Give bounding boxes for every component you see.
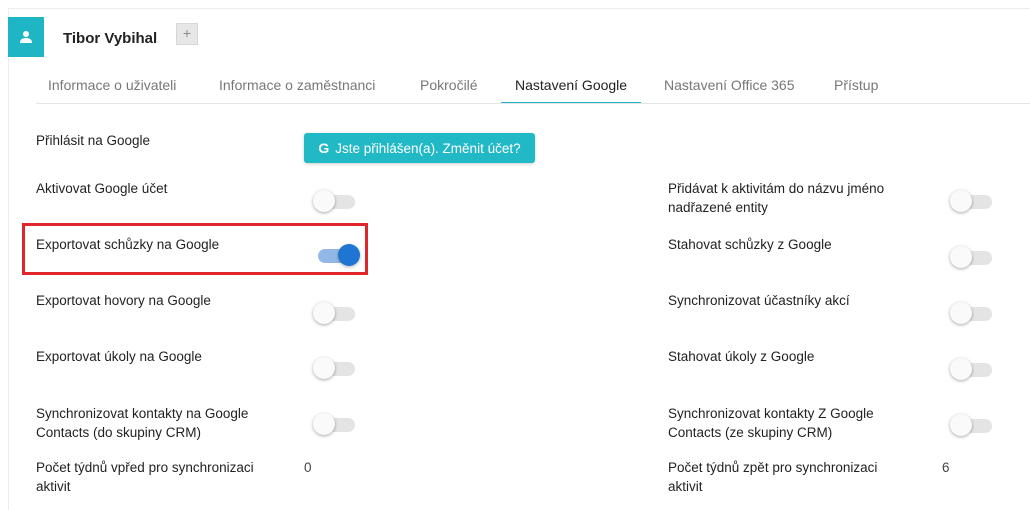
tab-pristup[interactable]: Přístup bbox=[834, 68, 878, 102]
download-meetings-label: Stahovat schůzky z Google bbox=[668, 237, 832, 252]
sync-attendees-label: Synchronizovat účastníky akcí bbox=[668, 293, 850, 308]
toggle-knob bbox=[313, 190, 335, 212]
label-line: Contacts (ze skupiny CRM) bbox=[668, 425, 833, 440]
sync-contacts-to-google-toggle[interactable] bbox=[313, 413, 357, 435]
google-account-button[interactable]: G Jste přihlášen(a). Změnit účet? bbox=[304, 133, 535, 163]
export-calls-toggle[interactable] bbox=[313, 302, 357, 324]
download-meetings-toggle[interactable] bbox=[950, 246, 994, 268]
activate-google-toggle[interactable] bbox=[313, 190, 357, 212]
weeks-forward-value[interactable]: 0 bbox=[304, 460, 312, 475]
weeks-back-label: Počet týdnů zpět pro synchronizaci aktiv… bbox=[668, 458, 877, 496]
user-header: Tibor Vybihal + bbox=[8, 14, 1030, 58]
activate-google-label: Aktivovat Google účet bbox=[36, 181, 168, 196]
sync-contacts-from-google-label: Synchronizovat kontakty Z Google Contact… bbox=[668, 404, 874, 442]
tab-label: Informace o uživateli bbox=[48, 77, 177, 93]
tab-label: Nastavení Office 365 bbox=[664, 77, 795, 93]
google-icon: G bbox=[318, 140, 330, 156]
tab-label: Nastavení Google bbox=[515, 77, 628, 93]
user-name: Tibor Vybihal bbox=[63, 30, 158, 47]
download-tasks-label: Stahovat úkoly z Google bbox=[668, 349, 815, 364]
tab-nastaveni-google[interactable]: Nastavení Google bbox=[501, 68, 642, 104]
toggle-knob bbox=[950, 302, 972, 324]
tab-pokrocile[interactable]: Pokročilé bbox=[420, 68, 478, 102]
toggle-knob bbox=[313, 413, 335, 435]
add-parent-name-toggle[interactable] bbox=[950, 190, 994, 212]
toggle-knob bbox=[950, 414, 972, 436]
download-tasks-toggle[interactable] bbox=[950, 358, 994, 380]
tab-nastaveni-office-365[interactable]: Nastavení Office 365 bbox=[664, 68, 794, 102]
label-line: Synchronizovat kontakty Z Google bbox=[668, 406, 874, 421]
sync-attendees-toggle[interactable] bbox=[950, 302, 994, 324]
toggle-knob bbox=[313, 357, 335, 379]
toggle-knob bbox=[950, 190, 972, 212]
sync-contacts-to-google-label: Synchronizovat kontakty na Google Contac… bbox=[36, 404, 248, 442]
tab-informace-o-zamestnanci[interactable]: Informace o zaměstnanci bbox=[219, 68, 375, 102]
weeks-forward-label: Počet týdnů vpřed pro synchronizaci akti… bbox=[36, 458, 254, 496]
tab-informace-o-uzivateli[interactable]: Informace o uživateli bbox=[48, 68, 176, 102]
top-border bbox=[8, 8, 1030, 9]
label-line: Contacts (do skupiny CRM) bbox=[36, 425, 202, 440]
add-parent-name-label: Přidávat k aktivitám do názvu jméno nadř… bbox=[668, 179, 884, 217]
toggle-knob bbox=[313, 302, 335, 324]
toggle-knob bbox=[950, 246, 972, 268]
export-tasks-label: Exportovat úkoly na Google bbox=[36, 349, 202, 364]
export-calls-label: Exportovat hovory na Google bbox=[36, 293, 211, 308]
export-tasks-toggle[interactable] bbox=[313, 357, 357, 379]
sync-contacts-from-google-toggle[interactable] bbox=[950, 414, 994, 436]
tab-divider bbox=[36, 103, 1030, 104]
label-line: nadřazené entity bbox=[668, 200, 768, 215]
tab-bar: Informace o uživateli Informace o zaměst… bbox=[36, 68, 1030, 104]
label-line: aktivit bbox=[668, 479, 703, 494]
label-line: aktivit bbox=[36, 479, 71, 494]
toggle-knob bbox=[950, 358, 972, 380]
user-icon bbox=[8, 17, 44, 57]
login-google-label: Přihlásit na Google bbox=[36, 133, 151, 148]
tab-label: Informace o zaměstnanci bbox=[219, 77, 376, 93]
label-line: Počet týdnů vpřed pro synchronizaci bbox=[36, 460, 254, 475]
tab-label: Pokročilé bbox=[420, 77, 478, 93]
add-button[interactable]: + bbox=[176, 23, 198, 45]
left-border bbox=[8, 8, 9, 510]
label-line: Počet týdnů zpět pro synchronizaci bbox=[668, 460, 878, 475]
highlight-annotation bbox=[22, 223, 368, 275]
google-button-label: Jste přihlášen(a). Změnit účet? bbox=[335, 140, 521, 156]
label-line: Synchronizovat kontakty na Google bbox=[36, 406, 249, 421]
tab-label: Přístup bbox=[834, 77, 879, 93]
weeks-back-value[interactable]: 6 bbox=[942, 460, 950, 475]
label-line: Přidávat k aktivitám do názvu jméno bbox=[668, 181, 885, 196]
